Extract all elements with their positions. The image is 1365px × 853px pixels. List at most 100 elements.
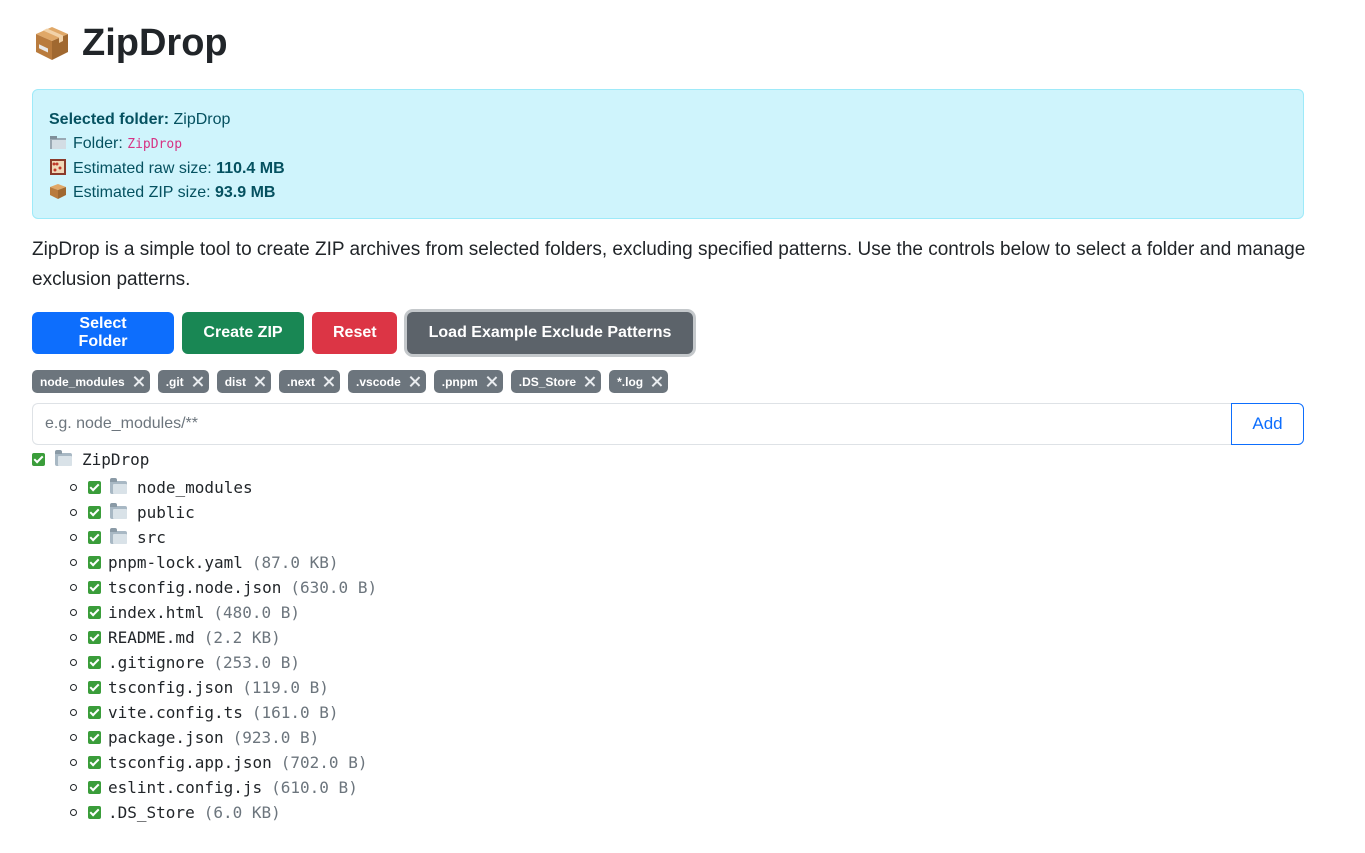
list-bullet bbox=[70, 684, 77, 691]
file-size: (923.0 B) bbox=[232, 728, 320, 747]
folder-icon bbox=[110, 478, 127, 494]
list-bullet bbox=[70, 584, 77, 591]
include-checkbox[interactable] bbox=[88, 731, 101, 744]
raw-size-line: Estimated raw size: 110.4 MB bbox=[49, 157, 1287, 181]
tree-item-name: node_modules bbox=[137, 478, 253, 497]
include-checkbox[interactable] bbox=[88, 531, 101, 544]
pattern-input[interactable] bbox=[32, 403, 1231, 445]
add-pattern-button[interactable]: Add bbox=[1231, 403, 1304, 445]
list-bullet bbox=[70, 609, 77, 616]
list-bullet bbox=[70, 759, 77, 766]
remove-pattern-close-icon[interactable] bbox=[651, 376, 662, 387]
tree-item-name: index.html bbox=[108, 603, 205, 622]
list-bullet bbox=[70, 659, 77, 666]
file-size: (610.0 B) bbox=[271, 778, 358, 797]
tree-root: ZipDrop bbox=[32, 447, 1333, 471]
tree-file-item: tsconfig.json (119.0 B) bbox=[70, 675, 1333, 700]
file-size: (702.0 B) bbox=[280, 753, 368, 772]
remove-pattern-close-icon[interactable] bbox=[409, 376, 420, 387]
remove-pattern-close-icon[interactable] bbox=[584, 376, 595, 387]
load-example-patterns-button[interactable]: Load Example Exclude Patterns bbox=[407, 312, 693, 354]
folder-line: Folder: ZipDrop bbox=[49, 132, 1287, 157]
exclude-pattern-tag: *.log bbox=[609, 370, 669, 393]
include-checkbox[interactable] bbox=[88, 806, 101, 819]
zip-size-line: Estimated ZIP size: 93.9 MB bbox=[49, 181, 1287, 205]
include-checkbox[interactable] bbox=[88, 581, 101, 594]
list-bullet bbox=[70, 634, 77, 641]
exclude-pattern-label: *.log bbox=[617, 374, 644, 389]
tree-file-item: .DS_Store (6.0 KB) bbox=[70, 800, 1333, 825]
selected-folder-label: Selected folder: bbox=[49, 111, 170, 128]
tree-item-name: eslint.config.js bbox=[108, 778, 263, 797]
tree-file-item: tsconfig.node.json (630.0 B) bbox=[70, 575, 1333, 600]
exclude-pattern-label: .pnpm bbox=[441, 374, 478, 389]
file-size: (2.2 KB) bbox=[203, 628, 281, 647]
pattern-input-group: Add bbox=[32, 403, 1304, 445]
tree-file-item: README.md (2.2 KB) bbox=[70, 625, 1333, 650]
app-container: ZipDrop Selected folder: ZipDrop Folder:… bbox=[0, 0, 1365, 825]
tree-folder-item: src bbox=[70, 525, 1333, 550]
list-bullet bbox=[70, 709, 77, 716]
raw-size-value: 110.4 MB bbox=[216, 160, 285, 177]
tree-file-item: package.json (923.0 B) bbox=[70, 725, 1333, 750]
remove-pattern-close-icon[interactable] bbox=[192, 376, 203, 387]
file-size: (480.0 B) bbox=[213, 603, 301, 622]
tree-folder-item: node_modules bbox=[70, 475, 1333, 500]
remove-pattern-close-icon[interactable] bbox=[133, 376, 144, 387]
exclude-pattern-tag: .DS_Store bbox=[510, 370, 602, 393]
tree-item-name: pnpm-lock.yaml bbox=[108, 553, 243, 572]
remove-pattern-close-icon[interactable] bbox=[486, 376, 497, 387]
folder-value: ZipDrop bbox=[127, 137, 183, 152]
root-checkbox[interactable] bbox=[32, 452, 45, 466]
include-checkbox[interactable] bbox=[88, 756, 101, 769]
remove-pattern-close-icon[interactable] bbox=[254, 376, 265, 387]
tree-folder-item: public bbox=[70, 500, 1333, 525]
exclude-pattern-tag: .vscode bbox=[348, 370, 426, 393]
raw-size-label: Estimated raw size: bbox=[73, 160, 212, 177]
exclude-pattern-tag: node_modules bbox=[32, 370, 150, 393]
list-bullet bbox=[70, 534, 77, 541]
folder-icon bbox=[55, 449, 72, 466]
include-checkbox[interactable] bbox=[88, 556, 101, 569]
folder-label: Folder: bbox=[73, 135, 123, 152]
file-size: (161.0 B) bbox=[251, 703, 339, 722]
exclude-pattern-tags: node_modules .git dist .next .vscode .pnpm .DS… bbox=[32, 370, 1333, 394]
action-buttons: Select Folder Create ZIP Reset Load Exam… bbox=[32, 312, 1333, 354]
package-icon bbox=[32, 23, 72, 63]
create-zip-button[interactable]: Create ZIP bbox=[182, 312, 304, 354]
abacus-icon bbox=[50, 159, 66, 175]
reset-button[interactable]: Reset bbox=[312, 312, 397, 354]
app-description: ZipDrop is a simple tool to create ZIP a… bbox=[32, 239, 1306, 290]
selected-folder-value: ZipDrop bbox=[173, 111, 231, 128]
tree-file-item: eslint.config.js (610.0 B) bbox=[70, 775, 1333, 800]
include-checkbox[interactable] bbox=[88, 481, 101, 494]
tree-file-item: vite.config.ts (161.0 B) bbox=[70, 700, 1333, 725]
tree-item-name: tsconfig.node.json bbox=[108, 578, 282, 597]
exclude-pattern-label: .next bbox=[287, 374, 316, 389]
tree-item-name: .gitignore bbox=[108, 653, 205, 672]
exclude-pattern-label: node_modules bbox=[40, 374, 125, 389]
include-checkbox[interactable] bbox=[88, 706, 101, 719]
package-icon bbox=[50, 184, 66, 199]
include-checkbox[interactable] bbox=[88, 781, 101, 794]
list-bullet bbox=[70, 484, 77, 491]
tree-item-name: tsconfig.json bbox=[108, 678, 234, 697]
include-checkbox[interactable] bbox=[88, 506, 101, 519]
tree-file-item: .gitignore (253.0 B) bbox=[70, 650, 1333, 675]
list-bullet bbox=[70, 809, 77, 816]
page-title: ZipDrop bbox=[32, 0, 1333, 68]
include-checkbox[interactable] bbox=[88, 631, 101, 644]
tree-file-item: index.html (480.0 B) bbox=[70, 600, 1333, 625]
tree-item-name: tsconfig.app.json bbox=[108, 753, 272, 772]
exclude-pattern-tag: .next bbox=[279, 370, 341, 393]
select-folder-button[interactable]: Select Folder bbox=[32, 312, 174, 354]
exclude-pattern-label: .DS_Store bbox=[518, 374, 577, 389]
remove-pattern-close-icon[interactable] bbox=[323, 376, 334, 387]
exclude-pattern-label: dist bbox=[224, 374, 247, 389]
include-checkbox[interactable] bbox=[88, 606, 101, 619]
exclude-pattern-tag: dist bbox=[216, 370, 272, 393]
include-checkbox[interactable] bbox=[88, 681, 101, 694]
include-checkbox[interactable] bbox=[88, 656, 101, 669]
list-bullet bbox=[70, 734, 77, 741]
exclude-pattern-label: .vscode bbox=[356, 374, 401, 389]
